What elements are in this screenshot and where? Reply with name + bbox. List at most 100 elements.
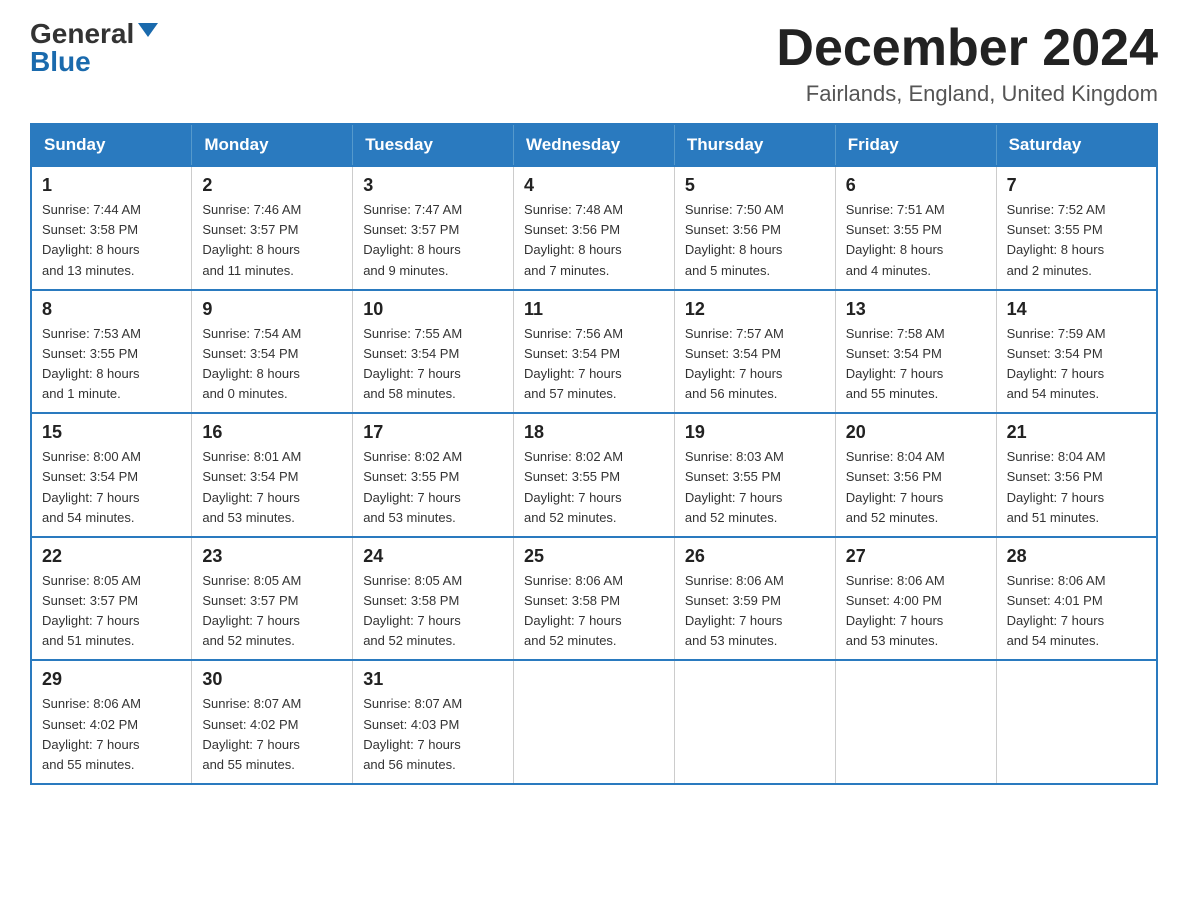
calendar-table: SundayMondayTuesdayWednesdayThursdayFrid… bbox=[30, 123, 1158, 785]
day-number: 3 bbox=[363, 175, 503, 196]
day-info: Sunrise: 7:54 AMSunset: 3:54 PMDaylight:… bbox=[202, 324, 342, 405]
calendar-week-1: 1 Sunrise: 7:44 AMSunset: 3:58 PMDaylight… bbox=[31, 166, 1157, 290]
calendar-cell: 31 Sunrise: 8:07 AMSunset: 4:03 PMDayligh… bbox=[353, 660, 514, 784]
page-header: General Blue December 2024 Fairlands, En… bbox=[30, 20, 1158, 107]
day-info: Sunrise: 7:48 AMSunset: 3:56 PMDaylight:… bbox=[524, 200, 664, 281]
day-number: 31 bbox=[363, 669, 503, 690]
day-info: Sunrise: 7:52 AMSunset: 3:55 PMDaylight:… bbox=[1007, 200, 1146, 281]
day-info: Sunrise: 7:58 AMSunset: 3:54 PMDaylight:… bbox=[846, 324, 986, 405]
calendar-cell: 1 Sunrise: 7:44 AMSunset: 3:58 PMDaylight… bbox=[31, 166, 192, 290]
calendar-cell: 6 Sunrise: 7:51 AMSunset: 3:55 PMDaylight… bbox=[835, 166, 996, 290]
day-info: Sunrise: 8:06 AMSunset: 4:02 PMDaylight:… bbox=[42, 694, 181, 775]
logo: General Blue bbox=[30, 20, 158, 76]
day-number: 21 bbox=[1007, 422, 1146, 443]
day-info: Sunrise: 8:03 AMSunset: 3:55 PMDaylight:… bbox=[685, 447, 825, 528]
day-number: 25 bbox=[524, 546, 664, 567]
day-number: 9 bbox=[202, 299, 342, 320]
day-number: 16 bbox=[202, 422, 342, 443]
calendar-cell: 10Sunrise: 7:55 AMSunset: 3:54 PMDayligh… bbox=[353, 290, 514, 414]
day-info: Sunrise: 8:05 AMSunset: 3:57 PMDaylight:… bbox=[202, 571, 342, 652]
day-info: Sunrise: 7:51 AMSunset: 3:55 PMDaylight:… bbox=[846, 200, 986, 281]
header-saturday: Saturday bbox=[996, 124, 1157, 166]
calendar-cell: 26 Sunrise: 8:06 AMSunset: 3:59 PMDayligh… bbox=[674, 537, 835, 661]
header-thursday: Thursday bbox=[674, 124, 835, 166]
day-info: Sunrise: 8:05 AMSunset: 3:57 PMDaylight:… bbox=[42, 571, 181, 652]
day-number: 29 bbox=[42, 669, 181, 690]
day-number: 7 bbox=[1007, 175, 1146, 196]
header-monday: Monday bbox=[192, 124, 353, 166]
calendar-cell: 19 Sunrise: 8:03 AMSunset: 3:55 PMDayligh… bbox=[674, 413, 835, 537]
calendar-cell bbox=[996, 660, 1157, 784]
day-number: 2 bbox=[202, 175, 342, 196]
day-info: Sunrise: 7:56 AMSunset: 3:54 PMDaylight:… bbox=[524, 324, 664, 405]
day-number: 27 bbox=[846, 546, 986, 567]
logo-general: General bbox=[30, 20, 134, 48]
day-number: 8 bbox=[42, 299, 181, 320]
calendar-cell: 25Sunrise: 8:06 AMSunset: 3:58 PMDayligh… bbox=[514, 537, 675, 661]
calendar-cell: 9 Sunrise: 7:54 AMSunset: 3:54 PMDaylight… bbox=[192, 290, 353, 414]
day-number: 20 bbox=[846, 422, 986, 443]
day-number: 23 bbox=[202, 546, 342, 567]
header-friday: Friday bbox=[835, 124, 996, 166]
calendar-cell bbox=[514, 660, 675, 784]
calendar-cell: 24Sunrise: 8:05 AMSunset: 3:58 PMDayligh… bbox=[353, 537, 514, 661]
day-info: Sunrise: 7:59 AMSunset: 3:54 PMDaylight:… bbox=[1007, 324, 1146, 405]
day-number: 17 bbox=[363, 422, 503, 443]
calendar-cell: 28 Sunrise: 8:06 AMSunset: 4:01 PMDayligh… bbox=[996, 537, 1157, 661]
day-number: 11 bbox=[524, 299, 664, 320]
day-info: Sunrise: 7:46 AMSunset: 3:57 PMDaylight:… bbox=[202, 200, 342, 281]
header-wednesday: Wednesday bbox=[514, 124, 675, 166]
header-tuesday: Tuesday bbox=[353, 124, 514, 166]
day-info: Sunrise: 8:04 AMSunset: 3:56 PMDaylight:… bbox=[846, 447, 986, 528]
calendar-header-row: SundayMondayTuesdayWednesdayThursdayFrid… bbox=[31, 124, 1157, 166]
calendar-cell: 8 Sunrise: 7:53 AMSunset: 3:55 PMDaylight… bbox=[31, 290, 192, 414]
day-number: 26 bbox=[685, 546, 825, 567]
day-info: Sunrise: 7:50 AMSunset: 3:56 PMDaylight:… bbox=[685, 200, 825, 281]
calendar-week-2: 8 Sunrise: 7:53 AMSunset: 3:55 PMDaylight… bbox=[31, 290, 1157, 414]
day-info: Sunrise: 8:02 AMSunset: 3:55 PMDaylight:… bbox=[524, 447, 664, 528]
day-number: 6 bbox=[846, 175, 986, 196]
day-number: 19 bbox=[685, 422, 825, 443]
day-number: 1 bbox=[42, 175, 181, 196]
day-info: Sunrise: 7:57 AMSunset: 3:54 PMDaylight:… bbox=[685, 324, 825, 405]
calendar-cell: 15Sunrise: 8:00 AMSunset: 3:54 PMDayligh… bbox=[31, 413, 192, 537]
day-info: Sunrise: 8:01 AMSunset: 3:54 PMDaylight:… bbox=[202, 447, 342, 528]
day-info: Sunrise: 8:04 AMSunset: 3:56 PMDaylight:… bbox=[1007, 447, 1146, 528]
calendar-cell bbox=[835, 660, 996, 784]
day-info: Sunrise: 7:55 AMSunset: 3:54 PMDaylight:… bbox=[363, 324, 503, 405]
calendar-week-5: 29 Sunrise: 8:06 AMSunset: 4:02 PMDayligh… bbox=[31, 660, 1157, 784]
day-info: Sunrise: 8:07 AMSunset: 4:03 PMDaylight:… bbox=[363, 694, 503, 775]
logo-blue: Blue bbox=[30, 48, 91, 76]
day-number: 24 bbox=[363, 546, 503, 567]
calendar-cell: 22 Sunrise: 8:05 AMSunset: 3:57 PMDayligh… bbox=[31, 537, 192, 661]
day-info: Sunrise: 7:47 AMSunset: 3:57 PMDaylight:… bbox=[363, 200, 503, 281]
calendar-cell: 3 Sunrise: 7:47 AMSunset: 3:57 PMDaylight… bbox=[353, 166, 514, 290]
calendar-cell: 30 Sunrise: 8:07 AMSunset: 4:02 PMDayligh… bbox=[192, 660, 353, 784]
day-number: 13 bbox=[846, 299, 986, 320]
calendar-cell: 17 Sunrise: 8:02 AMSunset: 3:55 PMDayligh… bbox=[353, 413, 514, 537]
day-number: 4 bbox=[524, 175, 664, 196]
header-sunday: Sunday bbox=[31, 124, 192, 166]
day-info: Sunrise: 7:53 AMSunset: 3:55 PMDaylight:… bbox=[42, 324, 181, 405]
logo-triangle-icon bbox=[138, 23, 158, 37]
day-number: 28 bbox=[1007, 546, 1146, 567]
calendar-cell: 5 Sunrise: 7:50 AMSunset: 3:56 PMDaylight… bbox=[674, 166, 835, 290]
day-info: Sunrise: 8:06 AMSunset: 4:01 PMDaylight:… bbox=[1007, 571, 1146, 652]
day-info: Sunrise: 8:06 AMSunset: 3:59 PMDaylight:… bbox=[685, 571, 825, 652]
day-number: 30 bbox=[202, 669, 342, 690]
day-info: Sunrise: 8:07 AMSunset: 4:02 PMDaylight:… bbox=[202, 694, 342, 775]
day-info: Sunrise: 7:44 AMSunset: 3:58 PMDaylight:… bbox=[42, 200, 181, 281]
calendar-week-3: 15Sunrise: 8:00 AMSunset: 3:54 PMDayligh… bbox=[31, 413, 1157, 537]
calendar-cell: 23 Sunrise: 8:05 AMSunset: 3:57 PMDayligh… bbox=[192, 537, 353, 661]
calendar-cell: 18Sunrise: 8:02 AMSunset: 3:55 PMDayligh… bbox=[514, 413, 675, 537]
calendar-cell: 2 Sunrise: 7:46 AMSunset: 3:57 PMDaylight… bbox=[192, 166, 353, 290]
calendar-cell: 16 Sunrise: 8:01 AMSunset: 3:54 PMDayligh… bbox=[192, 413, 353, 537]
day-number: 5 bbox=[685, 175, 825, 196]
calendar-cell: 13 Sunrise: 7:58 AMSunset: 3:54 PMDayligh… bbox=[835, 290, 996, 414]
calendar-cell: 11 Sunrise: 7:56 AMSunset: 3:54 PMDayligh… bbox=[514, 290, 675, 414]
calendar-week-4: 22 Sunrise: 8:05 AMSunset: 3:57 PMDayligh… bbox=[31, 537, 1157, 661]
day-info: Sunrise: 8:00 AMSunset: 3:54 PMDaylight:… bbox=[42, 447, 181, 528]
day-info: Sunrise: 8:02 AMSunset: 3:55 PMDaylight:… bbox=[363, 447, 503, 528]
day-number: 22 bbox=[42, 546, 181, 567]
calendar-cell: 14Sunrise: 7:59 AMSunset: 3:54 PMDayligh… bbox=[996, 290, 1157, 414]
